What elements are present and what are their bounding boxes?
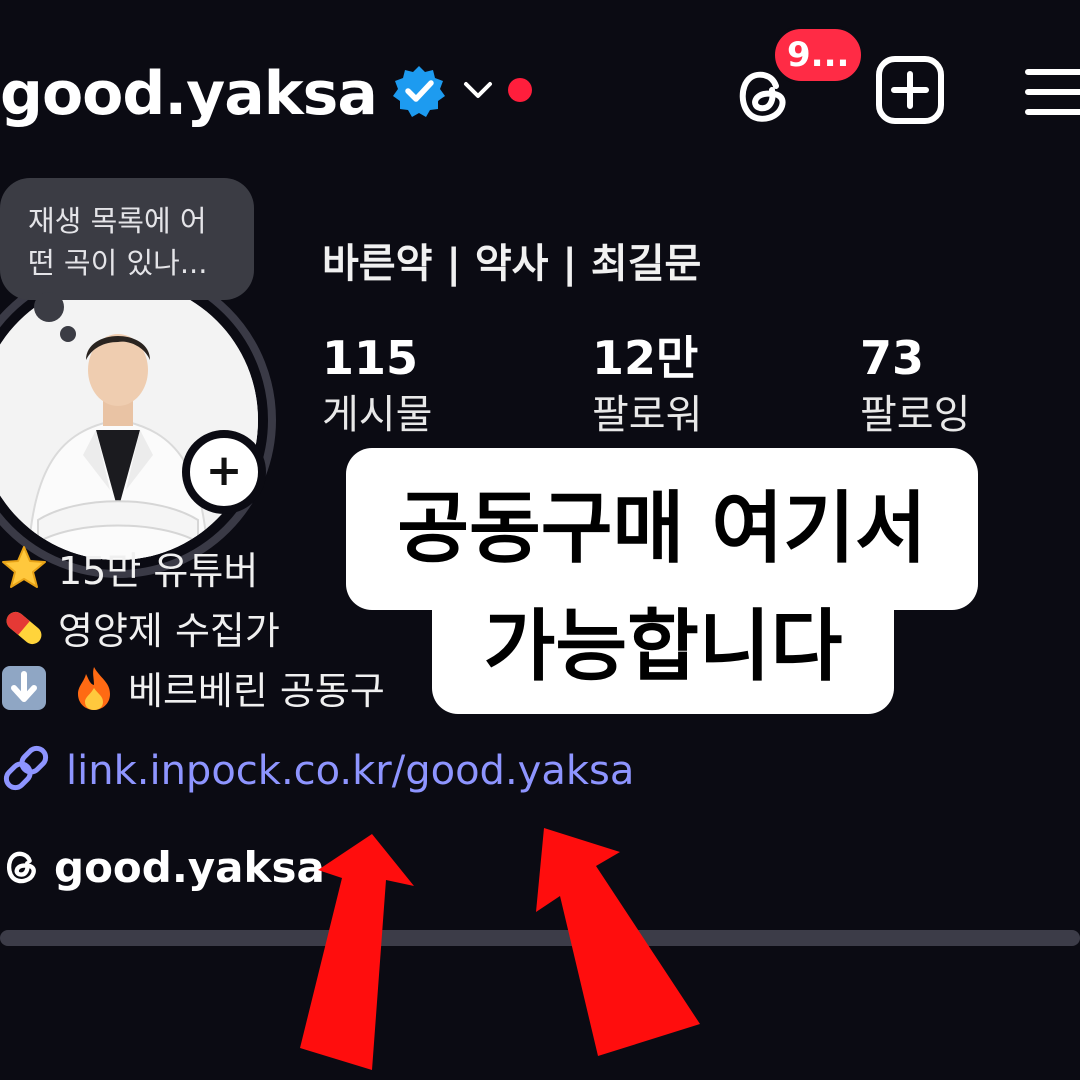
profile-display-name: 바른약 | 약사 | 최길문 (322, 241, 702, 287)
chevron-down-icon[interactable] (462, 76, 494, 104)
notification-badge[interactable]: 9... (772, 26, 865, 84)
note-text-line-2: 떤 곡이 있나... (28, 246, 208, 280)
bio-line-2: 영양제 수집가 (0, 604, 280, 656)
note-bubble[interactable]: 재생 목록에 어 떤 곡이 있나... (0, 178, 254, 300)
action-buttons-bar (0, 930, 1080, 946)
pill-icon (6, 611, 42, 645)
down-arrow-icon (2, 666, 46, 710)
bio-line-1: 15만 유튜버 (0, 544, 258, 596)
profile-screen: good.yaksa 9... + 재생 목록에 어 떤 곡이 있나... 바른… (0, 0, 1080, 1080)
add-story-button[interactable]: + (182, 430, 266, 514)
link-icon (3, 745, 49, 791)
fire-icon (78, 667, 110, 710)
hamburger-menu-icon[interactable] (1024, 66, 1080, 118)
stat-posts-count: 115 (322, 331, 419, 385)
star-icon (2, 546, 46, 588)
note-tail-dot-small (60, 326, 76, 342)
profile-username[interactable]: good.yaksa (0, 58, 378, 130)
stat-following[interactable]: 73 팔로잉 (860, 330, 970, 444)
stat-posts[interactable]: 115 게시물 (322, 330, 432, 444)
stat-following-label: 팔로잉 (860, 392, 971, 438)
stat-posts-label: 게시물 (322, 392, 433, 438)
bio-link-text[interactable]: link.inpock.co.kr/good.yaksa (66, 748, 634, 794)
bio-line-3-text: 베르베린 공동구 (128, 669, 385, 713)
threads-profile-link[interactable]: good.yaksa (0, 842, 325, 894)
stat-followers-label: 팔로워 (592, 392, 703, 438)
bio-link[interactable]: link.inpock.co.kr/good.yaksa (0, 742, 634, 794)
stat-following-count: 73 (860, 331, 925, 385)
new-activity-dot (508, 78, 532, 102)
threads-icon (6, 851, 36, 884)
verified-badge-icon (393, 66, 445, 117)
caption-line-2: 가능합니다 (432, 580, 894, 714)
note-tail-dot (34, 292, 64, 322)
bio-line-1-text: 15만 유튜버 (58, 549, 259, 593)
stat-followers[interactable]: 12만 팔로워 (592, 330, 702, 444)
note-text-line-1: 재생 목록에 어 (28, 204, 207, 238)
bio-line-2-text: 영양제 수집가 (58, 609, 280, 653)
bio-line-3: 베르베린 공동구 (0, 664, 385, 716)
plus-square-icon[interactable] (874, 54, 946, 126)
stat-followers-count: 12만 (592, 331, 699, 385)
threads-handle[interactable]: good.yaksa (54, 843, 325, 892)
